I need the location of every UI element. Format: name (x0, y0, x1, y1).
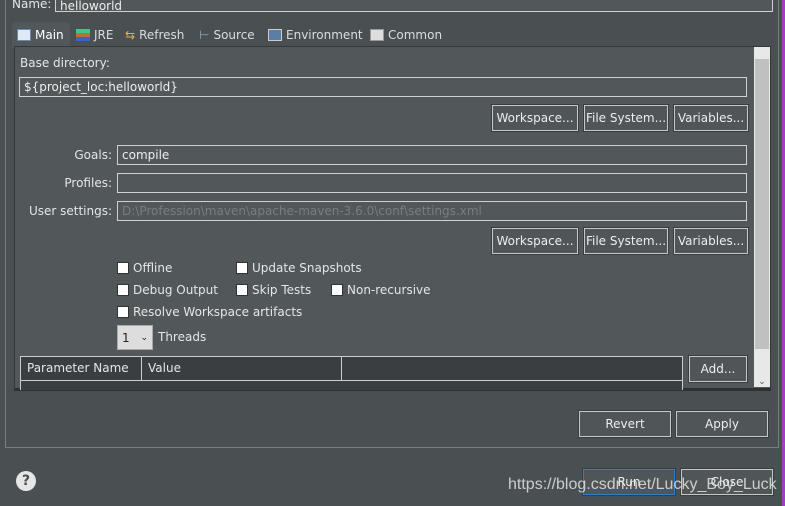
column-header-value[interactable]: Value (142, 357, 342, 380)
profiles-input[interactable] (117, 173, 747, 193)
user-settings-input[interactable]: D:\Profession\maven\apache-maven-3.6.0\c… (117, 201, 747, 221)
offline-checkbox[interactable]: Offline (117, 261, 172, 275)
checkbox-box[interactable] (117, 262, 129, 274)
threads-label: Threads (158, 330, 207, 344)
checkbox-box[interactable] (117, 306, 129, 318)
apply-button[interactable]: Apply (675, 410, 769, 438)
chevron-down-icon: ⌄ (140, 332, 148, 343)
help-icon[interactable]: ? (16, 471, 36, 491)
vertical-scrollbar[interactable]: ⌄ (754, 47, 770, 387)
workspace-button-2[interactable]: Workspace... (491, 227, 579, 255)
profiles-label: Profiles: (64, 176, 112, 190)
goals-input[interactable]: compile (117, 145, 747, 165)
jre-icon (76, 29, 90, 41)
add-parameter-button[interactable]: Add... (688, 355, 748, 383)
checkbox-box[interactable] (236, 284, 248, 296)
variables-button-1[interactable]: Variables... (673, 104, 749, 132)
scroll-down-icon[interactable]: ⌄ (754, 377, 770, 387)
file-system-button-1[interactable]: File System... (583, 104, 669, 132)
revert-button[interactable]: Revert (578, 410, 672, 438)
base-directory-label: Base directory: (20, 56, 110, 70)
refresh-icon: ⇆ (125, 28, 136, 42)
checkbox-box[interactable] (331, 284, 343, 296)
user-settings-label: User settings: (28, 204, 112, 218)
tab-refresh[interactable]: ⇆ Refresh (125, 24, 184, 46)
source-icon: ⊢ (199, 28, 210, 42)
name-label: Name: (12, 0, 52, 11)
threads-select[interactable]: 1 ⌄ (117, 325, 153, 350)
checkbox-box[interactable] (236, 262, 248, 274)
tab-main[interactable]: Main (17, 24, 64, 46)
debug-output-checkbox[interactable]: Debug Output (117, 283, 218, 297)
environment-icon (268, 29, 282, 41)
update-snapshots-checkbox[interactable]: Update Snapshots (236, 261, 362, 275)
name-input[interactable]: helloworld (55, 0, 773, 12)
tab-source[interactable]: ⊢ Source (199, 24, 255, 46)
main-tab-icon (17, 29, 31, 41)
skip-tests-checkbox[interactable]: Skip Tests (236, 283, 311, 297)
watermark: https://blog.csdn.net/Lucky_Boy_Luck (508, 476, 777, 493)
goals-label: Goals: (74, 148, 112, 162)
base-directory-input[interactable]: ${project_loc:helloworld} (19, 77, 747, 97)
tab-environment[interactable]: Environment (268, 24, 363, 46)
checkbox-box[interactable] (117, 284, 129, 296)
common-icon (370, 29, 384, 41)
workspace-button-1[interactable]: Workspace... (491, 104, 579, 132)
non-recursive-checkbox[interactable]: Non-recursive (331, 283, 431, 297)
parameters-table: Parameter Name Value (20, 356, 683, 390)
scrollbar-thumb[interactable] (755, 59, 769, 349)
resolve-workspace-checkbox[interactable]: Resolve Workspace artifacts (117, 305, 302, 319)
column-header-parameter-name[interactable]: Parameter Name (21, 357, 142, 380)
tab-jre[interactable]: JRE (76, 24, 113, 46)
variables-button-2[interactable]: Variables... (673, 227, 749, 255)
file-system-button-2[interactable]: File System... (583, 227, 669, 255)
tab-common[interactable]: Common (370, 24, 442, 46)
